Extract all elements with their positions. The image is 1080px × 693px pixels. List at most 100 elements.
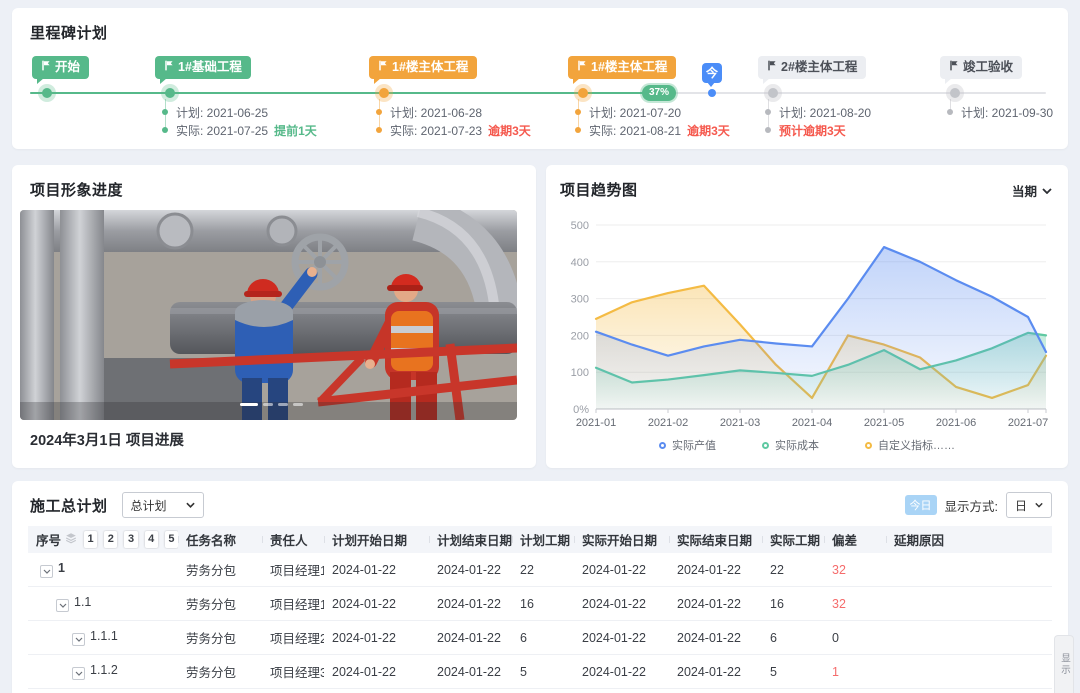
carousel-indicators[interactable] xyxy=(240,403,303,406)
legend-item[interactable]: 实际成本 xyxy=(762,437,819,453)
expand-toggle-icon[interactable] xyxy=(40,565,53,578)
svg-text:2021-02: 2021-02 xyxy=(648,417,688,429)
show-panel-toggle[interactable]: 显示 xyxy=(1054,635,1074,693)
column-header[interactable]: 延期原因 xyxy=(886,530,1052,549)
milestone-node[interactable] xyxy=(950,88,960,98)
svg-text:400: 400 xyxy=(571,257,589,269)
milestone-node[interactable] xyxy=(578,88,588,98)
milestone-badge[interactable]: 1#楼主体工程 xyxy=(568,56,676,79)
detail-text: 计划: 2021-09-30 xyxy=(961,104,1053,121)
plan-type-select[interactable]: 总计划 xyxy=(122,492,204,518)
trend-chart-card: 项目趋势图 当期 5004003002001000%2021-012021-02… xyxy=(546,165,1068,468)
today-tag: 今日 xyxy=(905,495,937,515)
legend-item[interactable]: 自定义指标…… xyxy=(865,437,955,453)
photo-caption: 2024年3月1日 项目进展 xyxy=(30,429,184,450)
milestone-detail: 计划: 2021-08-20 xyxy=(765,103,871,121)
project-photo[interactable] xyxy=(20,210,517,420)
task-name-cell: 劳务分包 xyxy=(178,560,262,579)
column-header[interactable]: 责任人 xyxy=(262,530,324,549)
project-photo-card: 项目形象进度 xyxy=(12,165,536,468)
column-header[interactable]: 计划开始日期 xyxy=(324,530,429,549)
column-header[interactable]: 偏差 xyxy=(824,530,886,549)
plan-end-cell: 2024-01-22 xyxy=(429,563,512,577)
carousel-dash[interactable] xyxy=(293,403,303,406)
task-id-cell: 1.1.2 xyxy=(28,663,178,680)
expand-toggle-icon[interactable] xyxy=(56,599,69,612)
milestone-badge[interactable]: 1#楼主体工程 xyxy=(369,56,477,79)
actual-end-cell: 2024-01-22 xyxy=(669,563,762,577)
period-select[interactable]: 当期 xyxy=(1012,181,1052,200)
detail-dot xyxy=(162,109,168,115)
detail-status-tag: 逾期3天 xyxy=(687,122,730,139)
deviation-cell: 0 xyxy=(824,631,886,645)
legend-marker xyxy=(865,442,872,449)
expand-toggle-icon[interactable] xyxy=(72,633,85,646)
display-mode-select[interactable]: 日 xyxy=(1006,492,1052,518)
milestone-label: 1#基础工程 xyxy=(178,56,242,79)
milestone-badge[interactable]: 2#楼主体工程 xyxy=(758,56,866,79)
level-button[interactable]: 2 xyxy=(104,531,117,548)
milestone-badge[interactable]: 竣工验收 xyxy=(940,56,1022,79)
carousel-dash-active[interactable] xyxy=(240,403,258,406)
legend-item[interactable]: 实际产值 xyxy=(659,437,716,453)
milestone-detail: 实际: 2021-08-21逾期3天 xyxy=(575,121,730,139)
column-header-label: 序号 xyxy=(36,530,61,549)
milestone-node[interactable] xyxy=(379,88,389,98)
chevron-down-icon xyxy=(1035,502,1043,508)
milestone-detail: 实际: 2021-07-23逾期3天 xyxy=(376,121,531,139)
level-button[interactable]: 5 xyxy=(165,531,178,548)
expand-toggle-icon[interactable] xyxy=(72,667,85,680)
svg-text:2021-01: 2021-01 xyxy=(576,417,616,429)
carousel-dash[interactable] xyxy=(278,403,288,406)
actual-end-cell: 2024-01-22 xyxy=(669,631,762,645)
column-header[interactable]: 任务名称 xyxy=(178,530,262,549)
table-row[interactable]: 1劳务分包项目经理12024-01-222024-01-22222024-01-… xyxy=(28,553,1052,587)
deviation-cell: 32 xyxy=(824,597,886,611)
column-header[interactable]: 实际结束日期 xyxy=(669,530,762,549)
task-name-cell: 劳务分包 xyxy=(178,594,262,613)
milestone-detail: 计划: 2021-06-25 xyxy=(162,103,317,121)
column-header[interactable]: 计划工期 xyxy=(512,530,574,549)
milestone-node[interactable] xyxy=(42,88,52,98)
milestone-label: 开始 xyxy=(55,56,80,79)
detail-text: 实际: 2021-07-25 xyxy=(176,122,268,139)
milestone-node[interactable] xyxy=(768,88,778,98)
svg-text:0%: 0% xyxy=(573,404,589,416)
detail-dot xyxy=(947,109,953,115)
column-header-label: 延期原因 xyxy=(894,530,944,549)
flag-icon xyxy=(949,56,959,79)
photo-card-title: 项目形象进度 xyxy=(30,179,123,200)
actual-days-cell: 5 xyxy=(762,665,824,679)
table-row[interactable]: 1.1劳务分包项目经理12024-01-222024-01-22162024-0… xyxy=(28,587,1052,621)
column-header[interactable]: 实际工期 xyxy=(762,530,824,549)
milestone-timeline: 开始1#基础工程计划: 2021-06-25实际: 2021-07-25提前1天… xyxy=(12,8,1068,149)
milestone-label: 1#楼主体工程 xyxy=(392,56,468,79)
detail-status-tag: 逾期3天 xyxy=(488,122,531,139)
plan-days-cell: 16 xyxy=(512,597,574,611)
milestone-badge[interactable]: 开始 xyxy=(32,56,89,79)
level-button[interactable]: 3 xyxy=(124,531,137,548)
milestone-details: 计划: 2021-06-28实际: 2021-07-23逾期3天 xyxy=(376,103,531,139)
milestone-card: 里程碑计划 开始1#基础工程计划: 2021-06-25实际: 2021-07-… xyxy=(12,8,1068,149)
legend-label: 实际产值 xyxy=(672,437,716,453)
column-header-label: 计划工期 xyxy=(520,530,570,549)
table-row[interactable]: 1.1.2劳务分包项目经理32024-01-222024-01-2252024-… xyxy=(28,655,1052,689)
detail-dot xyxy=(376,109,382,115)
task-id: 1.1.2 xyxy=(90,663,118,677)
carousel-dash[interactable] xyxy=(263,403,273,406)
level-button[interactable]: 1 xyxy=(84,531,97,548)
column-header[interactable]: 实际开始日期 xyxy=(574,530,669,549)
svg-text:200: 200 xyxy=(571,330,589,342)
column-header[interactable]: 序号 12345 xyxy=(28,530,178,549)
owner-cell: 项目经理1 xyxy=(262,594,324,613)
table-row[interactable]: 1.1.1劳务分包项目经理22024-01-222024-01-2262024-… xyxy=(28,621,1052,655)
detail-text: 计划: 2021-06-25 xyxy=(176,104,268,121)
svg-text:300: 300 xyxy=(571,294,589,306)
milestone-badge[interactable]: 1#基础工程 xyxy=(155,56,251,79)
display-mode-select-value: 日 xyxy=(1015,497,1027,514)
flag-icon xyxy=(41,56,51,79)
column-header[interactable]: 计划结束日期 xyxy=(429,530,512,549)
milestone-node[interactable] xyxy=(165,88,175,98)
owner-cell: 项目经理1 xyxy=(262,560,324,579)
level-button[interactable]: 4 xyxy=(145,531,158,548)
